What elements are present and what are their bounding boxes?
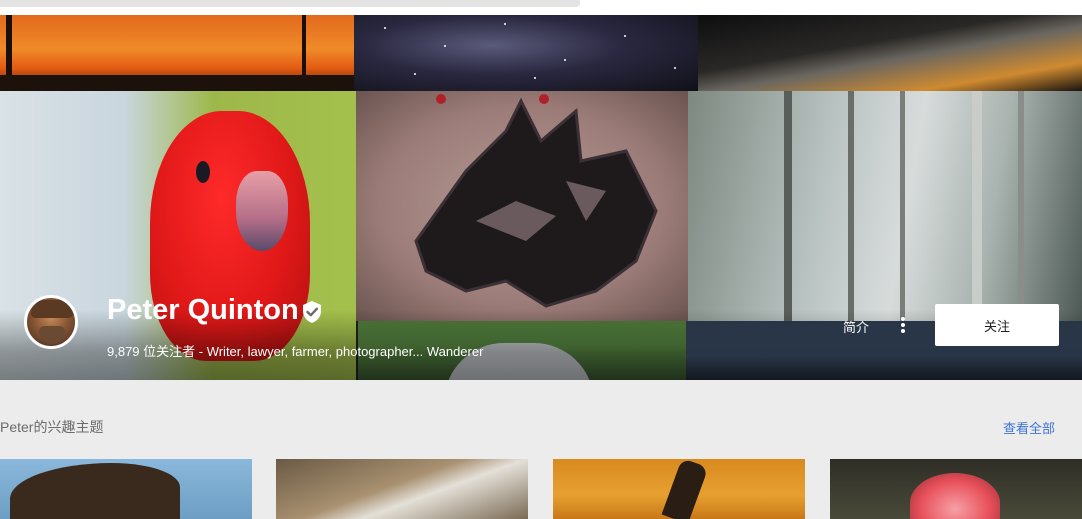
about-link[interactable]: 简介 (843, 317, 869, 336)
loading-strip (0, 0, 580, 7)
cover-photo-sunset (0, 15, 354, 91)
interest-card-protea-flower[interactable] (830, 459, 1082, 519)
interest-card-sunset-silhouette[interactable] (553, 459, 805, 519)
verified-check-icon (303, 301, 321, 323)
interests-heading: Peter的兴趣主题 (0, 419, 104, 435)
follower-count-and-bio: 9,879 位关注者 - Writer, lawyer, farmer, pho… (107, 344, 484, 359)
interest-card-waterfall[interactable] (276, 459, 528, 519)
view-all-link[interactable]: 查看全部 (1003, 418, 1055, 437)
top-bar (0, 0, 1082, 15)
cover-photo-beach (698, 15, 1082, 91)
profile-name: Peter Quinton (107, 294, 299, 326)
cover-photo-misty-forest (688, 91, 1082, 321)
more-vertical-icon[interactable] (895, 315, 911, 337)
cover-photo-night-sky (354, 15, 698, 91)
interest-card-eagle[interactable] (0, 459, 252, 519)
follow-button[interactable]: 关注 (935, 304, 1059, 346)
cover-photo-wolf-art (356, 91, 688, 321)
cover-photo-collage: Peter Quinton 9,879 位关注者 - Writer, lawye… (0, 15, 1082, 380)
avatar[interactable] (24, 295, 78, 349)
